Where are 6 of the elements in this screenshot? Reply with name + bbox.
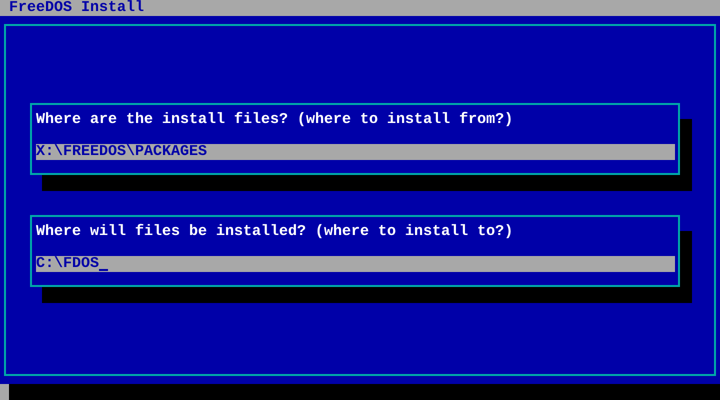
prompt-question: Where are the install files? (where to install from?) (36, 112, 514, 128)
window-title: FreeDOS Install (0, 0, 720, 16)
prompt-question: Where will files be installed? (where to install to?) (36, 224, 514, 240)
input-field[interactable]: C:\FDOS (36, 256, 675, 272)
block-cursor-icon (0, 384, 9, 400)
input-field[interactable]: X:\FREEDOS\PACKAGES (36, 144, 675, 160)
